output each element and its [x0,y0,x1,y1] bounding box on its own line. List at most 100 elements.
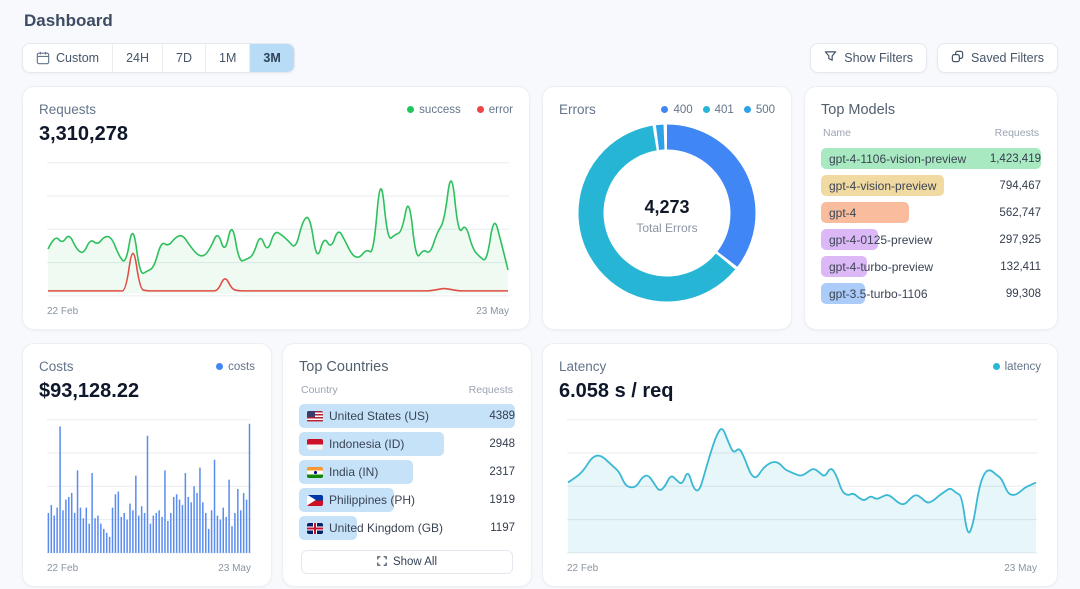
top-countries-card: Top Countries CountryRequests United Sta… [282,343,532,587]
table-row: gpt-3.5-turbo-1106 99,308 [821,281,1041,306]
requests-card-title: Requests [39,102,96,117]
table-row: Philippines (PH) 1919 [299,487,515,513]
time-range-24h[interactable]: 24H [112,44,162,72]
legend-dot-icon [216,363,223,370]
top-countries-columns: CountryRequests [301,384,513,396]
saved-filters-button[interactable]: Saved Filters [937,43,1058,73]
costs-legend: costs [216,361,255,373]
time-range-label: 3M [263,51,280,65]
toolbar-filters: Show Filters Saved Filters [810,43,1058,73]
top-models-card: Top Models NameRequests gpt-4-1106-visio… [804,86,1058,330]
row-label: gpt-3.5-turbo-1106 [821,287,928,301]
costs-card: Costs costs $93,128.22 22 Feb23 May [22,343,272,587]
top-models-list: gpt-4-1106-vision-preview1,423,419gpt-4-… [821,146,1041,306]
legend-dot-icon [661,106,668,113]
time-range-1m[interactable]: 1M [205,44,249,72]
top-countries-title: Top Countries [299,359,515,375]
top-countries-list: United States (US) 4389 Indonesia (ID) 2948… [299,403,515,541]
costs-chart[interactable]: 22 Feb23 May [47,415,251,576]
row-value: 2948 [489,438,515,450]
table-row: gpt-4-0125-preview297,925 [821,227,1041,252]
funnel-icon [824,50,837,66]
top-models-columns: NameRequests [823,127,1039,139]
errors-card-title: Errors [559,102,596,117]
in-flag-icon [307,467,323,478]
legend-item-success: success [407,104,461,116]
row-value: 1,423,419 [990,153,1041,165]
requests-card: Requests success error 3,310,278 22 Feb23… [22,86,530,330]
calendar-icon [36,51,50,65]
time-range-selector: Custom 24H 7D 1M 3M [22,43,295,73]
legend-item-error: error [477,104,513,116]
us-flag-icon [307,411,323,422]
table-row: gpt-4 562,747 [821,200,1041,225]
row-value: 1197 [490,522,515,534]
cards-row-2: Costs costs $93,128.22 22 Feb23 May Top … [22,343,1058,587]
ph-flag-icon [307,495,323,506]
errors-legend: 400401500 [661,104,775,116]
legend-item-costs: costs [216,361,255,373]
dashboard-page: Dashboard Custom 24H 7D 1M 3M Show Filters S… [0,0,1080,587]
row-value: 2317 [489,466,515,478]
legend-item-latency: latency [993,361,1041,373]
row-label: India (IN) [299,465,378,479]
gb-flag-icon [307,523,323,534]
time-range-label: 24H [126,51,149,65]
row-label: gpt-4-1106-vision-preview [821,152,966,166]
latency-x-axis: 22 Feb23 May [567,563,1037,576]
errors-donut-chart[interactable]: 4,273 Total Errors [578,124,756,307]
cards-row-1: Requests success error 3,310,278 22 Feb23… [22,86,1058,330]
page-title: Dashboard [22,0,1058,43]
table-row: India (IN) 2317 [299,459,515,485]
row-value: 132,411 [1000,261,1041,273]
expand-icon [377,556,387,569]
time-range-7d[interactable]: 7D [162,44,205,72]
time-range-label: Custom [56,51,99,65]
table-row: gpt-4-vision-preview 794,467 [821,173,1041,198]
latency-card-title: Latency [559,359,606,374]
row-label: gpt-4-0125-preview [821,233,932,247]
time-range-label: 1M [219,51,236,65]
time-range-custom[interactable]: Custom [23,44,112,72]
row-label: gpt-4-vision-preview [821,179,936,193]
toolbar: Custom 24H 7D 1M 3M Show Filters Saved Filte… [22,43,1058,73]
row-label: Philippines (PH) [299,493,415,507]
latency-legend: latency [993,361,1041,373]
row-label: gpt-4-turbo-preview [821,260,933,274]
legend-item-400: 400 [661,104,692,116]
row-value: 4389 [489,410,515,422]
row-value: 1919 [489,494,515,506]
top-models-title: Top Models [821,102,1041,118]
row-label: gpt-4 [821,206,856,220]
id-flag-icon [307,439,323,450]
saved-filters-label: Saved Filters [971,51,1044,65]
table-row: gpt-4-1106-vision-preview 1,423,419 [821,146,1041,171]
show-all-button[interactable]: Show All [301,550,513,574]
legend-dot-icon [744,106,751,113]
row-label: Indonesia (ID) [299,437,404,451]
latency-card: Latency latency 6.058 s / req 22 Feb23 M… [542,343,1058,587]
row-value: 562,747 [999,207,1041,219]
show-all-label: Show All [393,556,437,568]
legend-dot-icon [703,106,710,113]
costs-total-value: $93,128.22 [39,380,255,403]
requests-legend: success error [407,104,513,116]
latency-chart[interactable]: 22 Feb23 May [567,415,1037,576]
requests-x-axis: 22 Feb23 May [47,306,509,319]
show-filters-button[interactable]: Show Filters [810,43,927,73]
table-row: gpt-4-turbo-preview 132,411 [821,254,1041,279]
show-filters-label: Show Filters [844,51,913,65]
latency-value: 6.058 s / req [559,380,1041,403]
table-row: United Kingdom (GB)1197 [299,515,515,541]
requests-total-value: 3,310,278 [39,123,513,146]
row-value: 99,308 [1006,288,1041,300]
legend-dot-icon [407,106,414,113]
row-label: United States (US) [299,409,429,423]
requests-chart[interactable]: 22 Feb23 May [47,158,509,319]
time-range-3m[interactable]: 3M [249,44,293,72]
row-value: 794,467 [999,180,1041,192]
costs-x-axis: 22 Feb23 May [47,563,251,576]
table-row: Indonesia (ID) 2948 [299,431,515,457]
table-row: United States (US) 4389 [299,403,515,429]
errors-card: Errors 400401500 4,273 Total Errors [542,86,792,330]
